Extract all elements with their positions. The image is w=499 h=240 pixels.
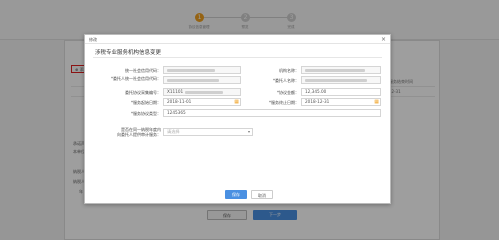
end-date-value: 2018-12-31 — [305, 99, 330, 104]
redacted-value — [167, 78, 219, 82]
dialog-title-bar: 修改 × — [85, 35, 390, 44]
dialog-window-title: 修改 — [89, 37, 97, 42]
client-credit-code-label: *委托人统一社会信用代码： — [111, 76, 161, 81]
service-type-label: *服务协议类型： — [131, 111, 161, 116]
credit-code-label: 统一社会信用代码： — [125, 68, 161, 73]
dialog-heading-divider — [93, 57, 382, 58]
client-credit-code-field[interactable] — [163, 76, 241, 84]
client-name-label: *委托人名称： — [273, 78, 299, 83]
start-date-field[interactable]: 2018-11-01 ▦ — [163, 98, 241, 106]
service-type-field[interactable]: 1245365 — [163, 109, 381, 117]
agreement-no-field[interactable]: X11101 — [163, 88, 241, 96]
agreement-no-prefix: X11101 — [167, 89, 184, 94]
client-name-field[interactable] — [301, 76, 381, 84]
org-name-field[interactable] — [301, 66, 381, 74]
dialog-heading: 涉税专业服务机构信息变更 — [95, 50, 162, 56]
end-date-label: *服务终止日期： — [269, 100, 299, 105]
start-date-value: 2018-11-01 — [167, 99, 192, 104]
redacted-value — [184, 90, 223, 94]
redacted-value — [305, 78, 367, 82]
calendar-icon[interactable]: ▦ — [374, 99, 379, 105]
org-name-label: 机构名称： — [279, 68, 299, 73]
redacted-value — [167, 68, 215, 72]
amount-field[interactable]: 12,345.00 — [301, 88, 381, 96]
credit-code-field[interactable] — [163, 66, 241, 74]
redacted-value — [305, 68, 365, 72]
edit-dialog: 修改 × 涉税专业服务机构信息变更 统一社会信用代码： 机构名称： *委托人统一… — [84, 34, 391, 204]
calendar-icon[interactable]: ▦ — [234, 99, 239, 105]
cancel-button[interactable]: 取消 — [251, 190, 273, 199]
relation-select[interactable]: 请选择 ▾ — [163, 128, 253, 136]
close-icon[interactable]: × — [381, 35, 386, 44]
relation-label-2: 向委托人提供审计服务： — [117, 132, 161, 137]
end-date-field[interactable]: 2018-12-31 ▦ — [301, 98, 381, 106]
start-date-label: *服务起始日期： — [131, 100, 161, 105]
amount-label: *协议金额： — [277, 90, 299, 95]
agreement-no-label: 委托协议采集编号： — [125, 90, 161, 95]
save-button[interactable]: 保存 — [225, 190, 247, 199]
relation-placeholder: 请选择 — [167, 129, 180, 134]
chevron-down-icon: ▾ — [247, 129, 250, 134]
